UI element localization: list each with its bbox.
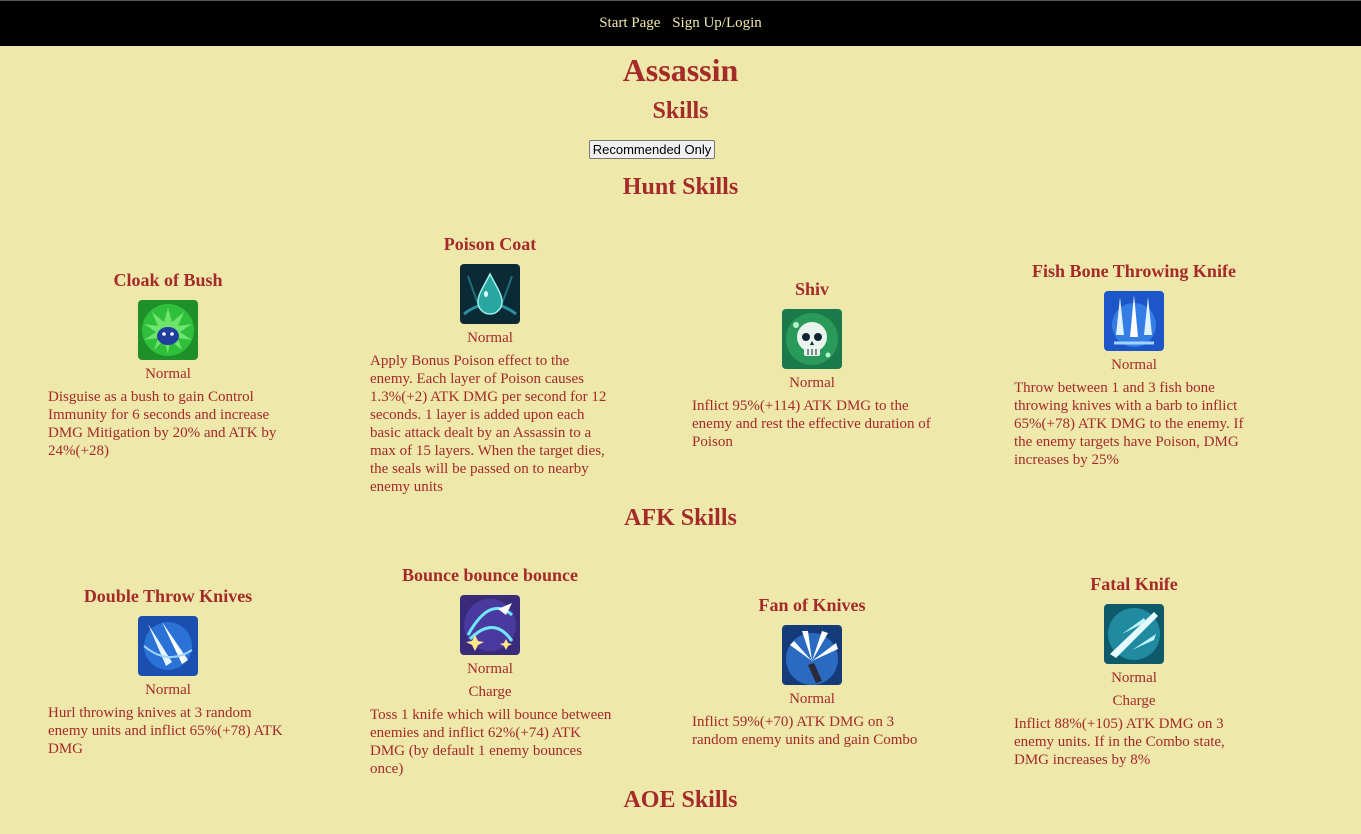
skill-type: Normal xyxy=(1111,670,1157,686)
top-navbar: Start Page Sign Up/Login xyxy=(0,0,1361,46)
skill-type: Normal xyxy=(145,681,191,698)
skill-card: Fatal Knife Normal Charge Inflict 88%(+1… xyxy=(1014,573,1336,769)
nav-link-start-page[interactable]: Start Page xyxy=(599,15,660,31)
fan-knives-icon xyxy=(782,624,842,685)
skill-type-secondary: Charge xyxy=(1112,693,1156,709)
skill-name: Cloak of Bush xyxy=(113,269,223,290)
hunt-skills-heading: Hunt Skills xyxy=(622,174,739,200)
skull-icon xyxy=(782,308,842,369)
skill-description: Apply Bonus Poison effect to the enemy. … xyxy=(370,352,607,495)
skill-name: Bounce bounce bounce xyxy=(401,565,579,585)
skill-description: Disguise as a bush to gain Control Immun… xyxy=(48,388,277,459)
skill-name: Fish Bone Throwing Knife xyxy=(1032,260,1236,281)
skills-heading: Skills xyxy=(652,98,709,124)
skill-name: Shiv xyxy=(794,278,830,299)
skill-type: Normal xyxy=(467,329,513,346)
skill-card: Fish Bone Throwing Knife Normal Throw be… xyxy=(1014,260,1336,469)
skill-name: Fatal Knife xyxy=(1090,574,1178,594)
poison-drop-icon xyxy=(460,263,520,324)
skill-description: Hurl throwing knives at 3 random enemy u… xyxy=(48,704,283,757)
skill-card: Poison Coat Normal Apply Bonus Poison ef… xyxy=(370,233,692,496)
skill-name: Double Throw Knives xyxy=(83,585,253,606)
recommended-only-button[interactable]: Recommended Only xyxy=(589,140,715,159)
page-title: Assassin xyxy=(622,52,739,88)
nav-link-signup-login[interactable]: Sign Up/Login xyxy=(672,15,762,31)
skill-type: Normal xyxy=(789,374,835,391)
bounce-knife-icon xyxy=(460,595,520,655)
skill-name: Poison Coat xyxy=(443,233,537,254)
skill-card: Bounce bounce bounce Normal Charge Toss … xyxy=(370,564,692,778)
aoe-skills-heading: AOE Skills xyxy=(623,787,738,813)
skill-description: Inflict 59%(+70) ATK DMG on 3 random ene… xyxy=(692,713,918,748)
skill-description: Inflict 88%(+105) ATK DMG on 3 enemy uni… xyxy=(1014,716,1225,768)
double-knives-icon xyxy=(138,615,198,676)
skill-card: Double Throw Knives Normal Hurl throwing… xyxy=(48,585,370,758)
afk-skills-heading: AFK Skills xyxy=(624,505,737,531)
skill-card: Shiv Normal Inflict 95%(+114) ATK DMG to… xyxy=(692,278,1014,451)
skill-type: Normal xyxy=(789,690,835,707)
afk-skills-row: Double Throw Knives Normal Hurl throwing… xyxy=(48,563,1338,779)
skill-description: Inflict 95%(+114) ATK DMG to the enemy a… xyxy=(692,397,931,450)
skill-card: Cloak of Bush Normal Disguise as a bush … xyxy=(48,269,370,460)
skill-type: Normal xyxy=(145,365,191,382)
fish-bone-knives-icon xyxy=(1104,290,1164,351)
skill-type-secondary: Charge xyxy=(468,684,512,700)
skill-name: Fan of Knives xyxy=(758,594,866,615)
bush-icon xyxy=(138,299,198,360)
hunt-skills-row: Cloak of Bush Normal Disguise as a bush … xyxy=(48,232,1338,496)
skill-description: Toss 1 knife which will bounce between e… xyxy=(370,707,612,777)
fatal-knife-icon xyxy=(1104,604,1164,664)
skill-type: Normal xyxy=(1111,356,1157,373)
skill-description: Throw between 1 and 3 fish bone throwing… xyxy=(1014,379,1244,468)
skill-type: Normal xyxy=(467,661,513,677)
skill-card: Fan of Knives Normal Inflict 59%(+70) AT… xyxy=(692,594,1014,749)
